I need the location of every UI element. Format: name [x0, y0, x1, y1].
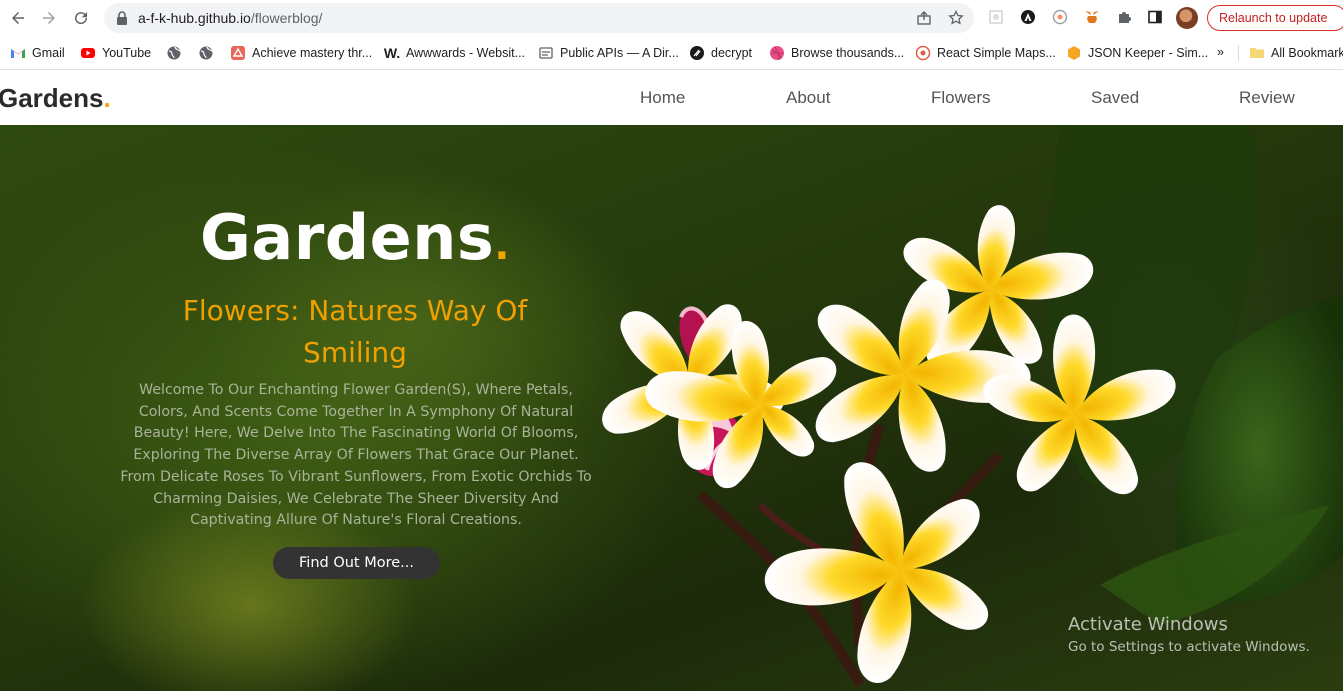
bookmarks-bar: Gmail YouTube Achieve mastery thr... W. … [0, 36, 1343, 70]
maps-icon [915, 45, 931, 61]
nav-home[interactable]: Home [640, 88, 685, 108]
bookmark-label: JSON Keeper - Sim... [1088, 46, 1209, 60]
lock-icon [117, 11, 127, 25]
hero-subtitle: Flowers: Natures Way Of Smiling [182, 294, 528, 369]
awwwards-icon: W. [383, 45, 401, 61]
api-icon [538, 45, 554, 61]
bookmark-separator [1238, 45, 1239, 61]
logo-text: Gardens [0, 83, 104, 113]
url-path: /flowerblog/ [250, 10, 323, 26]
bookmark-label: Browse thousands... [791, 46, 905, 60]
find-out-more-button[interactable]: Find Out More... [273, 547, 440, 579]
nav-about[interactable]: About [786, 88, 830, 108]
adobe-extension-icon[interactable] [1019, 8, 1037, 26]
nav-flowers[interactable]: Flowers [931, 88, 991, 108]
folder-icon [1249, 45, 1265, 61]
side-panel-icon[interactable] [1146, 8, 1164, 26]
watermark-title: Activate Windows [1068, 614, 1228, 635]
json-icon [1066, 45, 1082, 61]
bookmark-youtube[interactable]: YouTube [80, 45, 151, 61]
bookmark-browse-thousands[interactable]: Browse thousands... [769, 45, 904, 61]
all-bookmarks-folder[interactable]: All Bookmarks [1249, 45, 1343, 61]
speed-extension-icon[interactable] [1051, 8, 1069, 26]
back-button[interactable] [6, 6, 30, 30]
browser-toolbar: a-f-k-hub.github.io/flowerblog/ Relaunch… [0, 0, 1343, 36]
globe-icon [166, 45, 182, 61]
profile-avatar[interactable] [1176, 7, 1198, 29]
hero-title-dot: . [494, 223, 510, 269]
bookmark-json-keeper[interactable]: JSON Keeper - Sim... [1066, 45, 1208, 61]
bookmark-star-icon[interactable] [948, 10, 964, 26]
bookmark-achieve-mastery[interactable]: Achieve mastery thr... [230, 45, 372, 61]
reload-icon [75, 12, 88, 25]
url-text: a-f-k-hub.github.io/flowerblog/ [138, 10, 322, 26]
hero-section: Gardens. Flowers: Natures Way Of Smiling… [0, 125, 1343, 691]
site-logo[interactable]: Gardens. [0, 83, 111, 114]
relaunch-button[interactable]: Relaunch to update [1207, 5, 1343, 31]
decrypt-icon [689, 45, 705, 61]
bookmark-favicon [230, 45, 246, 61]
bookmark-decrypt[interactable]: decrypt [689, 45, 752, 61]
bookmark-react-simple-maps[interactable]: React Simple Maps... [915, 45, 1056, 61]
forward-arrow-icon [43, 12, 55, 24]
bookmark-label: Awwwards - Websit... [406, 46, 526, 60]
watermark-subtitle: Go to Settings to activate Windows. [1068, 639, 1310, 655]
dribbble-icon [769, 45, 785, 61]
bookmark-public-apis[interactable]: Public APIs — A Dir... [538, 45, 679, 61]
metamask-icon[interactable] [1083, 8, 1101, 26]
bookmark-label: Gmail [32, 46, 65, 60]
address-bar[interactable]: a-f-k-hub.github.io/flowerblog/ [104, 3, 974, 33]
bookmark-label: React Simple Maps... [937, 46, 1056, 60]
url-host: a-f-k-hub.github.io [138, 10, 251, 26]
bookmark-gmail[interactable]: Gmail [10, 45, 65, 61]
bookmark-label: Public APIs — A Dir... [560, 46, 679, 60]
back-arrow-icon [12, 12, 24, 24]
bookmark-globe-1[interactable] [166, 45, 182, 61]
gmail-icon [10, 45, 26, 61]
bookmark-label: YouTube [102, 46, 152, 60]
bookmark-label: All Bookmarks [1271, 46, 1343, 60]
forward-button[interactable] [37, 6, 61, 30]
reload-button[interactable] [69, 6, 93, 30]
share-icon[interactable] [916, 10, 932, 26]
bookmark-awwwards[interactable]: W. Awwwards - Websit... [384, 45, 525, 61]
bookmark-label: Achieve mastery thr... [252, 46, 373, 60]
hero-description: Welcome To Our Enchanting Flower Garden(… [120, 382, 592, 529]
hero-title-text: Gardens [200, 201, 495, 274]
nav-saved[interactable]: Saved [1091, 88, 1139, 108]
globe-icon [198, 45, 214, 61]
bookmark-globe-2[interactable] [198, 45, 214, 61]
logo-dot: . [103, 83, 111, 113]
more-bookmarks-chevron: » [1217, 45, 1224, 59]
extension-grid-icon[interactable] [987, 8, 1005, 26]
more-bookmarks-button[interactable]: » [1217, 45, 1224, 59]
hero-title: Gardens. [130, 201, 580, 274]
youtube-icon [80, 45, 96, 61]
site-header: Gardens. Home About Flowers Saved Review [0, 71, 1343, 125]
activate-windows-watermark: Activate Windows Go to Settings to activ… [1068, 614, 1310, 655]
bookmark-label: decrypt [711, 46, 752, 60]
nav-review[interactable]: Review [1239, 88, 1295, 108]
puzzle-extensions-icon[interactable] [1115, 8, 1133, 26]
